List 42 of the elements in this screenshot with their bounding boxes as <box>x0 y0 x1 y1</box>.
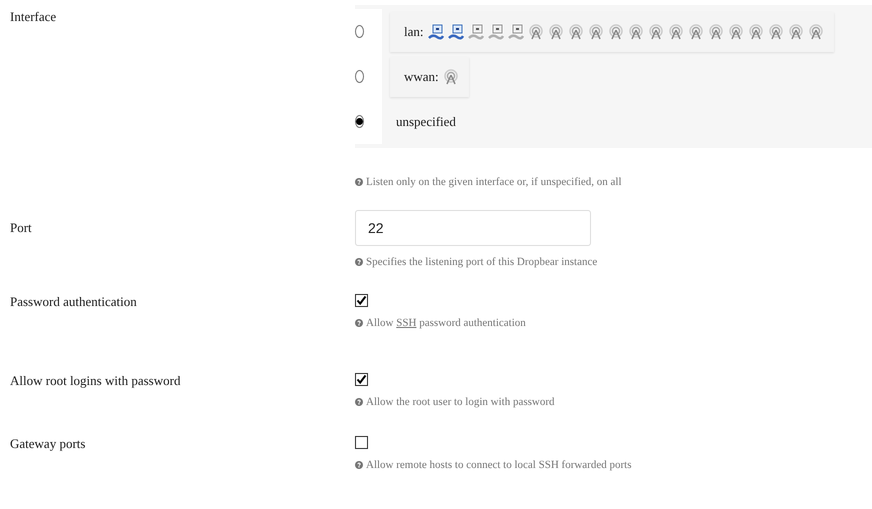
wireless-icon <box>608 24 624 40</box>
help-icon <box>355 319 363 327</box>
field-label: Password authentication <box>10 293 138 311</box>
help-icon <box>355 461 363 469</box>
help-text: Listen only on the given interface or, if unspecified, on all <box>366 176 622 188</box>
radio-button[interactable] <box>355 70 364 83</box>
field-label: Gateway ports <box>10 435 86 453</box>
wireless-icon <box>808 24 824 40</box>
interface-name: lan: <box>404 24 424 40</box>
radio-label: unspecified <box>395 114 456 130</box>
field-label: Port <box>10 219 33 237</box>
wireless-icon <box>588 24 604 40</box>
wireless-icon <box>708 24 724 40</box>
wireless-icon <box>768 24 784 40</box>
wireless-icon <box>728 24 744 40</box>
help-icon <box>355 398 363 406</box>
help-icon <box>355 258 363 266</box>
wireless-icon <box>548 24 564 40</box>
ssh-abbreviation-link[interactable]: SSH <box>396 317 416 329</box>
checkbox[interactable] <box>355 436 368 449</box>
wireless-icon <box>528 24 544 40</box>
wireless-icon <box>688 24 704 40</box>
wireless-icon <box>628 24 644 40</box>
port-input-field[interactable]: 22 <box>355 210 591 246</box>
wireless-icon <box>748 24 764 40</box>
wireless-icon <box>788 24 804 40</box>
help-text: Specifies the listening port of this Dropbear instance <box>366 256 598 268</box>
checkbox[interactable] <box>355 373 368 386</box>
field-label: Allow root logins with password <box>10 372 182 390</box>
help-icon <box>355 178 363 186</box>
radio-button[interactable] <box>355 115 364 128</box>
radio-button[interactable] <box>355 25 364 38</box>
wireless-icon <box>442 68 459 84</box>
help-text: Allow SSH password authentication <box>366 317 526 329</box>
wireless-icon <box>568 24 584 40</box>
checkbox[interactable] <box>355 294 368 307</box>
help-text: Allow remote hosts to connect to local SSH forwarded ports <box>366 459 632 471</box>
field-label: Interface <box>10 8 58 26</box>
help-text: Allow the root user to login with password <box>366 396 555 408</box>
wireless-icon <box>648 24 664 40</box>
interface-name: wwan: <box>404 68 439 84</box>
wireless-icon <box>668 24 684 40</box>
